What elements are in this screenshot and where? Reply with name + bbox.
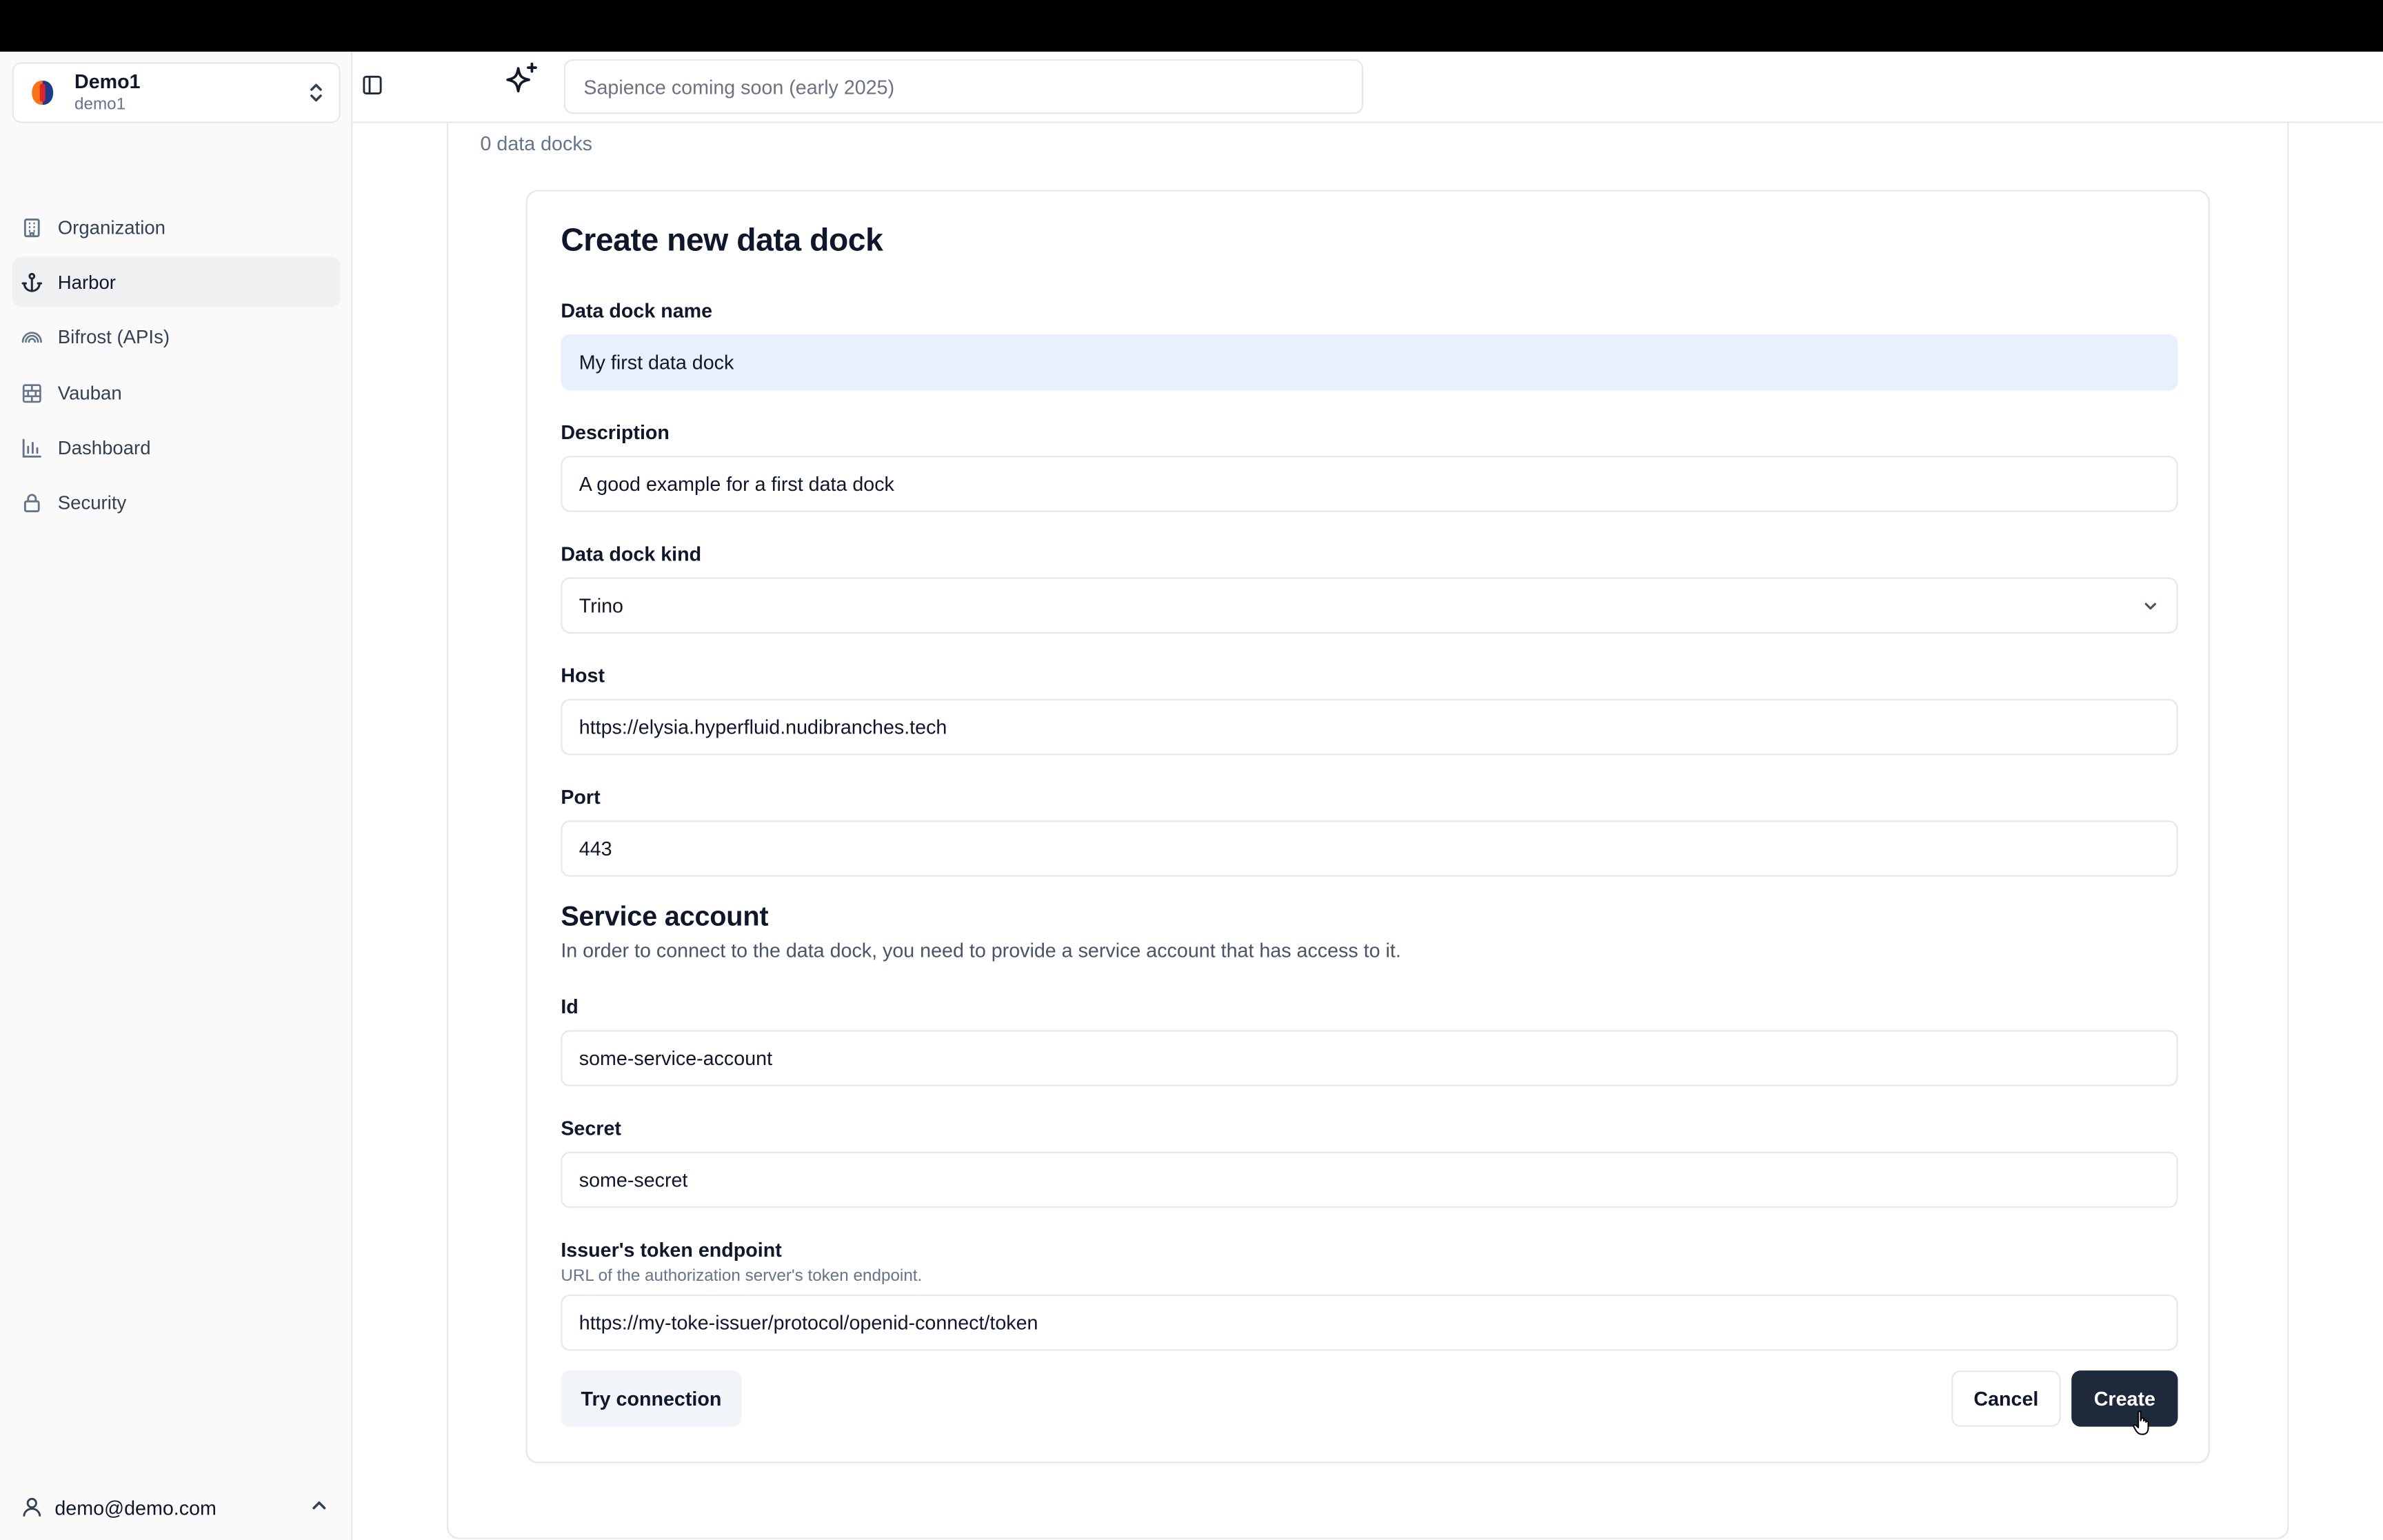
- anchor-icon: [21, 272, 43, 293]
- chevrons-up-down-icon: [305, 79, 327, 107]
- sidebar-item-organization[interactable]: Organization: [12, 202, 341, 252]
- service-account-title: Service account: [561, 901, 769, 932]
- data-dock-name-label: Data dock name: [561, 299, 713, 323]
- lock-icon: [21, 493, 43, 514]
- user-icon: [21, 1497, 43, 1518]
- org-text: Demo1 demo1: [74, 69, 305, 116]
- data-dock-kind-select[interactable]: Trino: [561, 577, 2178, 634]
- bar-chart-icon: [21, 438, 43, 459]
- sidebar-item-bifrost[interactable]: Bifrost (APIs): [12, 313, 341, 363]
- sidebar-toggle-icon[interactable]: [362, 74, 386, 99]
- rainbow-icon: [21, 327, 43, 349]
- create-data-dock-form: Create new data dock Data dock name Desc…: [525, 190, 2210, 1463]
- sidebar-item-label: Security: [57, 493, 127, 514]
- sidebar-item-label: Dashboard: [57, 437, 151, 459]
- token-endpoint-label: Issuer's token endpoint: [561, 1238, 782, 1262]
- window-top-bar: [0, 0, 2383, 52]
- chevron-up-icon: [310, 1497, 328, 1514]
- sidebar-item-dashboard[interactable]: Dashboard: [12, 423, 341, 474]
- org-logo-icon: [26, 76, 59, 110]
- token-endpoint-help: URL of the authorization server's token …: [561, 1267, 923, 1286]
- user-menu[interactable]: demo@demo.com: [12, 1484, 341, 1530]
- host-input[interactable]: [561, 698, 2178, 756]
- secret-input[interactable]: [561, 1151, 2178, 1208]
- org-slug: demo1: [74, 94, 126, 114]
- port-label: Port: [561, 785, 601, 809]
- sparkle-icon: [501, 61, 541, 100]
- id-label: Id: [561, 995, 579, 1018]
- description-label: Description: [561, 421, 670, 444]
- org-switcher[interactable]: Demo1 demo1: [12, 62, 341, 123]
- main-content: 0 data docks Create new data dock Data d…: [352, 123, 2383, 1540]
- sidebar-item-label: Bifrost (APIs): [57, 327, 170, 349]
- service-account-description: In order to connect to the data dock, yo…: [561, 939, 1401, 962]
- data-dock-name-input[interactable]: [561, 334, 2178, 391]
- sidebar-item-vauban[interactable]: Vauban: [12, 368, 341, 418]
- data-dock-kind-label: Data dock kind: [561, 542, 702, 565]
- sidebar-item-label: Harbor: [57, 272, 116, 294]
- pointer-cursor-icon: [2133, 1410, 2149, 1435]
- sidebar-nav: Organization Harbor Bifrost (APIs) Vauba…: [12, 202, 341, 534]
- brick-wall-icon: [21, 383, 43, 404]
- description-input[interactable]: [561, 456, 2178, 512]
- user-email: demo@demo.com: [54, 1495, 217, 1519]
- sidebar: Demo1 demo1 Organization Harbor Bifrost …: [0, 51, 353, 1540]
- sidebar-item-harbor[interactable]: Harbor: [12, 257, 341, 308]
- token-endpoint-input[interactable]: [561, 1294, 2178, 1351]
- form-title: Create new data dock: [561, 223, 883, 259]
- cancel-button[interactable]: Cancel: [1951, 1370, 2061, 1427]
- sidebar-item-label: Vauban: [57, 382, 122, 404]
- data-docks-count: 0 data docks: [480, 132, 592, 155]
- building-icon: [21, 216, 43, 238]
- chevron-down-icon: [2142, 596, 2160, 614]
- header: [352, 51, 2383, 123]
- host-label: Host: [561, 664, 605, 687]
- data-dock-kind-value: Trino: [579, 594, 623, 617]
- org-name: Demo1: [74, 69, 141, 92]
- app-viewport: Demo1 demo1 Organization Harbor Bifrost …: [0, 0, 2383, 1540]
- create-button[interactable]: Create: [2071, 1370, 2178, 1427]
- service-account-id-input[interactable]: [561, 1030, 2178, 1086]
- port-input[interactable]: [561, 820, 2178, 877]
- sidebar-item-security[interactable]: Security: [12, 478, 341, 529]
- try-connection-button[interactable]: Try connection: [561, 1370, 742, 1427]
- sapience-input[interactable]: [563, 59, 1364, 114]
- sidebar-item-label: Organization: [57, 216, 165, 238]
- secret-label: Secret: [561, 1117, 621, 1140]
